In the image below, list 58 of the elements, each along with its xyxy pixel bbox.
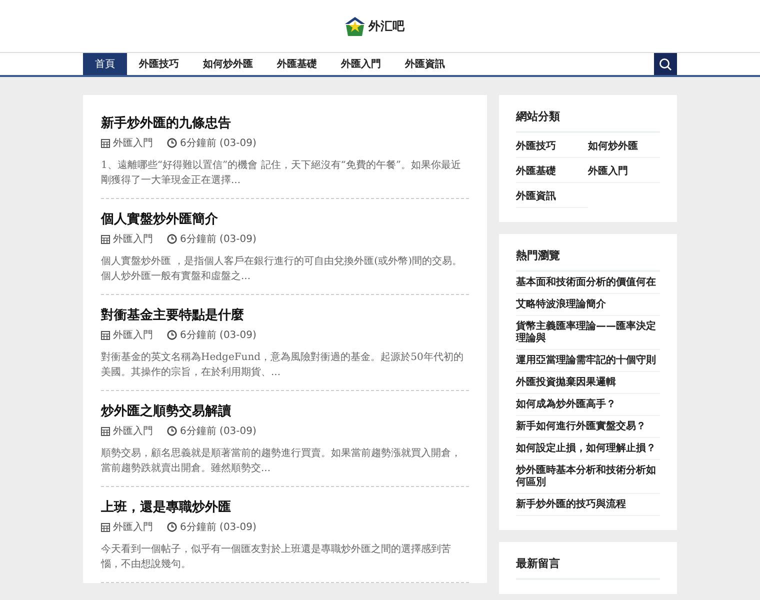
category-icon — [101, 234, 110, 244]
widget-title: 最新留言 — [516, 556, 660, 580]
search-button[interactable] — [654, 53, 677, 75]
article-title[interactable]: 炒外匯之順勢交易解讀 — [101, 402, 469, 420]
logo-icon — [344, 15, 366, 37]
clock-icon — [167, 330, 177, 340]
post-time: 6分鐘前 (03-09) — [180, 425, 256, 438]
popular-post-link[interactable]: 外匯投資拋棄因果邏輯 — [516, 372, 660, 394]
popular-post-link[interactable]: 新手炒外匯的技巧與流程 — [516, 494, 660, 516]
article-excerpt: 1、遠離哪些“好得難以置信”的機會 記住，天下絕沒有“免費的午餐”。如果你最近剛獲得了一大筆現金正在選擇... — [101, 158, 462, 188]
category-icon — [101, 426, 110, 436]
search-icon — [659, 58, 672, 70]
category-link[interactable]: 外匯技巧 — [516, 133, 588, 158]
category-link[interactable]: 外匯入門 — [113, 136, 153, 150]
category-link[interactable]: 外匯入門 — [113, 232, 153, 246]
category-link[interactable]: 外匯入門 — [588, 158, 660, 183]
popular-post-link[interactable]: 基本面和技術面分析的價值何在 — [516, 272, 660, 294]
category-icon — [101, 522, 110, 532]
post-time: 6分鐘前 (03-09) — [180, 137, 256, 150]
category-icon — [101, 138, 110, 148]
popular-post-link[interactable]: 如何成為炒外匯高手？ — [516, 394, 660, 416]
article-excerpt: 今天看到一個帖子，似乎有一個匯友對於上班還是專職炒外匯之間的選擇感到苦惱，不由想說幾句。 — [101, 542, 452, 572]
category-link[interactable]: 外匯入門 — [113, 520, 153, 534]
clock-icon — [167, 522, 177, 532]
nav-link[interactable]: 外匯資訊 — [393, 53, 457, 75]
popular-post-link[interactable]: 炒外匯時基本分析和技術分析如何區別 — [516, 460, 660, 494]
clock-icon — [167, 234, 177, 244]
popular-post-link[interactable]: 新手如何進行外匯實盤交易？ — [516, 416, 660, 438]
nav-link[interactable]: 外匯入門 — [329, 53, 393, 75]
nav-link[interactable]: 首頁 — [83, 53, 127, 75]
post-time: 6分鐘前 (03-09) — [180, 329, 256, 342]
popular-post-link[interactable]: 艾略特波浪理論簡介 — [516, 294, 660, 316]
category-link[interactable]: 外匯入門 — [113, 328, 153, 342]
article-title[interactable]: 個人實盤炒外匯簡介 — [101, 210, 469, 228]
nav-link[interactable]: 外匯技巧 — [127, 53, 191, 75]
article-title[interactable]: 上班，還是專職炒外匯 — [101, 498, 469, 516]
popular-post-link[interactable]: 貨幣主義匯率理論——匯率決定理論與 — [516, 316, 660, 350]
site-logo-text[interactable]: 外汇吧 — [368, 18, 404, 34]
clock-icon — [167, 138, 177, 148]
article-excerpt: 對衝基金的英文名稱為HedgeFund，意為風險對衝過的基金。起源於50年代初的美國。其操作的宗旨，在於利用期貨、... — [101, 350, 464, 380]
category-link[interactable]: 外匯基礎 — [516, 158, 588, 183]
widget-title: 網站分類 — [516, 109, 660, 133]
article-title[interactable]: 新手炒外匯的九條忠告 — [101, 114, 469, 132]
post-time: 6分鐘前 (03-09) — [180, 521, 256, 534]
category-link[interactable]: 外匯資訊 — [516, 183, 588, 208]
category-link[interactable]: 外匯入門 — [113, 424, 153, 438]
popular-post-link[interactable]: 如何設定止損，如何理解止損？ — [516, 438, 660, 460]
article-excerpt: 順勢交易，顧名思義就是順著當前的趨勢進行買賣。如果當前趨勢漲就買入開倉，當前趨勢跌就賣出開倉。雖然順勢交... — [101, 446, 462, 476]
popular-post-link[interactable]: 運用亞當理論需牢記的十個守則 — [516, 350, 660, 372]
article-excerpt: 個人實盤炒外匯 ，是指個人客戶在銀行進行的可自由兌換外匯(或外幣)間的交易。個人炒外匯一般有實盤和虛盤之... — [101, 254, 463, 284]
clock-icon — [167, 426, 177, 436]
widget-title: 熱門瀏覽 — [516, 248, 660, 272]
article-title[interactable]: 對衝基金主要特點是什麼 — [101, 306, 469, 324]
post-time: 6分鐘前 (03-09) — [180, 233, 256, 246]
nav-link[interactable]: 外匯基礎 — [265, 53, 329, 75]
nav-link[interactable]: 如何炒外匯 — [191, 53, 265, 75]
category-icon — [101, 330, 110, 340]
category-link[interactable]: 如何炒外匯 — [588, 133, 660, 158]
